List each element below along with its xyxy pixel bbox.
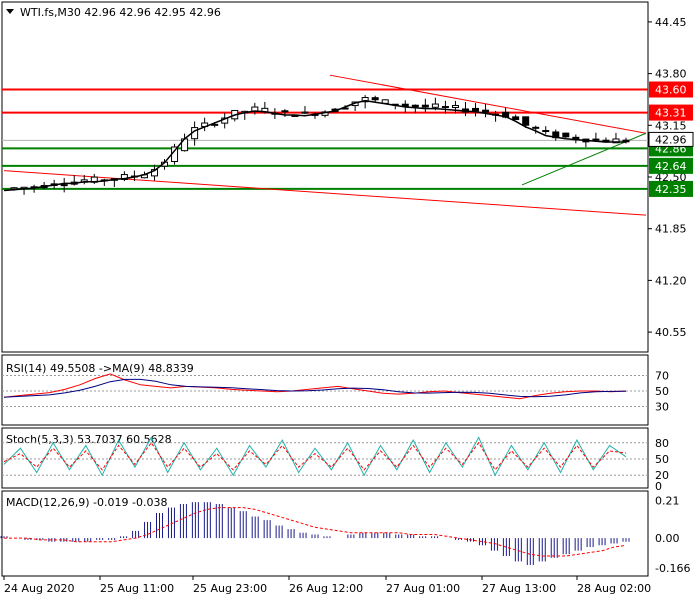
price-tick-label: 43.15 [655, 119, 687, 132]
stoch-tick-label: 0 [655, 480, 662, 493]
rsi-tick-label: 70 [655, 370, 669, 383]
time-tick-label: 25 Aug 23:00 [193, 582, 267, 595]
price-tick-label: 43.80 [655, 68, 687, 81]
time-tick-label: 26 Aug 12:00 [289, 582, 363, 595]
candle-body [512, 116, 520, 121]
resistance-level-tag: 43.31 [655, 107, 687, 120]
candle-body [482, 109, 490, 113]
candle-body [542, 130, 550, 133]
wti-chart: WTI.fs,M30 42.96 42.96 42.95 42.96 RSI(1… [0, 1, 694, 595]
macd-tick-label: 0.21 [655, 494, 680, 507]
time-tick-label: 27 Aug 13:00 [482, 582, 556, 595]
price-tick-label: 44.45 [655, 16, 687, 29]
candle-body [472, 107, 480, 112]
candle-body [441, 106, 449, 109]
candle-body [411, 104, 419, 108]
current-price-tag: 42.96 [655, 133, 687, 146]
time-tick-label: 28 Aug 02:00 [577, 582, 651, 595]
support-level-tag: 42.35 [655, 183, 687, 196]
support-level-tag: 42.64 [655, 160, 687, 173]
rsi-label: RSI(14) 49.5508 ->MA(9) 48.8339 [6, 362, 194, 375]
macd-tick-label: -0.166 [655, 562, 690, 575]
candle-body [401, 103, 409, 107]
rsi-tick-label: 30 [655, 401, 669, 414]
macd-tick-label: 0.00 [655, 532, 680, 545]
candle-body [431, 103, 439, 108]
price-tick-label: 40.55 [655, 326, 687, 339]
candle-body [60, 184, 68, 187]
resistance-level-tag: 43.60 [655, 84, 687, 97]
candle-body [592, 138, 600, 141]
price-tick-label: 41.85 [655, 223, 687, 236]
stoch-tick-label: 80 [655, 437, 669, 450]
time-tick-label: 25 Aug 11:00 [100, 582, 174, 595]
macd-label: MACD(12,26,9) -0.019 -0.038 [6, 496, 167, 509]
rsi-tick-label: 50 [655, 385, 669, 398]
candle-body [281, 110, 289, 113]
candle-body [371, 97, 379, 101]
candle-body [522, 116, 530, 126]
candle-body [301, 111, 309, 114]
candle-body [532, 126, 540, 129]
candle-body [562, 132, 570, 138]
price-tick-label: 41.20 [655, 274, 687, 287]
time-tick-label: 27 Aug 01:00 [386, 582, 460, 595]
stoch-label: Stoch(5,3,3) 53.7037 60.5628 [6, 433, 172, 446]
candle-body [421, 104, 429, 108]
stoch-tick-label: 50 [655, 453, 669, 466]
symbol-header: WTI.fs,M30 42.96 42.96 42.95 42.96 [20, 6, 221, 19]
time-tick-label: 24 Aug 2020 [4, 582, 74, 595]
candle-body [451, 104, 459, 109]
